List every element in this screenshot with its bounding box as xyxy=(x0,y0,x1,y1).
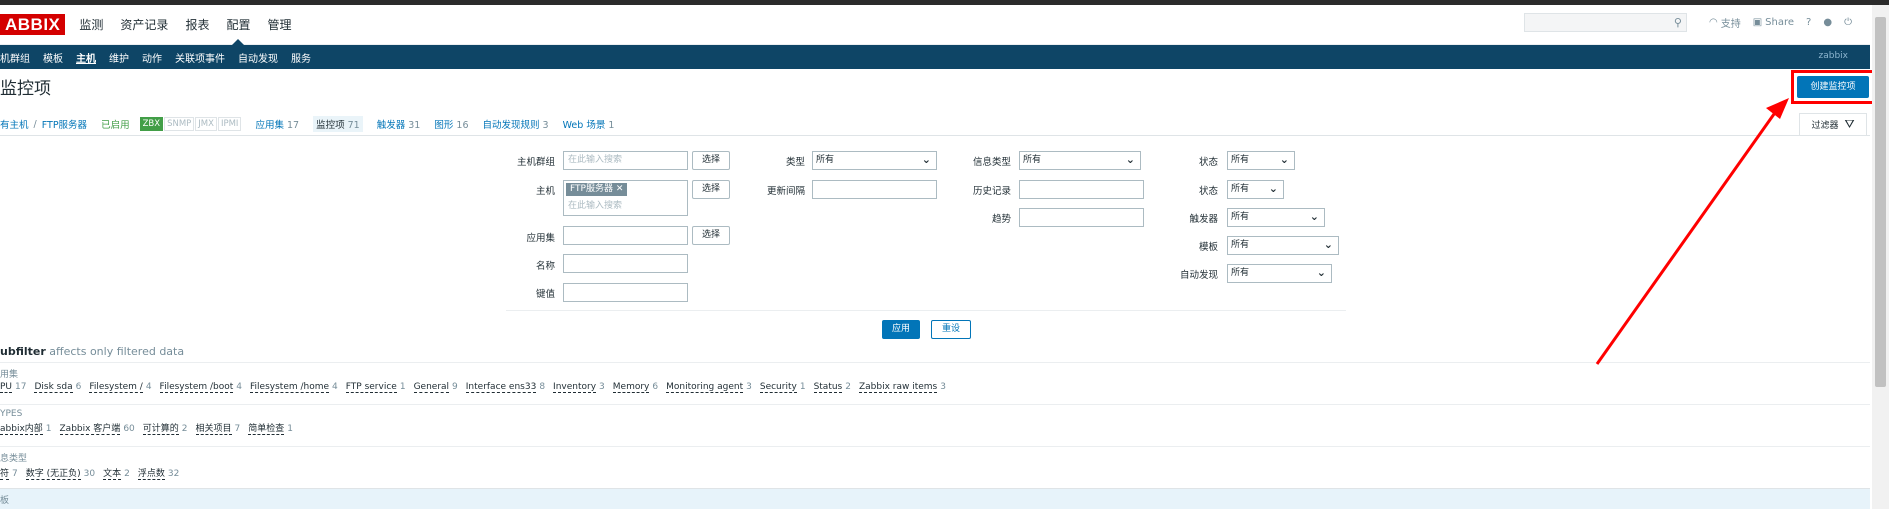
annotation-arrow xyxy=(1595,98,1789,365)
arrow-shaft xyxy=(1595,106,1781,365)
arrow-head xyxy=(1766,98,1789,119)
